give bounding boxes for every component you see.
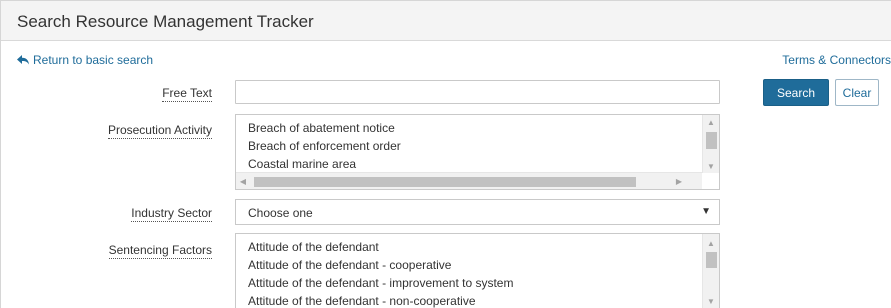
sentencing-factors-label: Sentencing Factors (12, 243, 212, 259)
return-to-basic-search-link[interactable]: Return to basic search (17, 53, 153, 67)
sentencing-factors-listbox[interactable]: Attitude of the defendant Attitude of th… (235, 233, 720, 308)
scroll-up-icon[interactable]: ▲ (703, 115, 719, 129)
free-text-label: Free Text (12, 86, 212, 102)
free-text-input[interactable] (235, 80, 720, 104)
prosecution-activity-label-text: Prosecution Activity (107, 123, 212, 139)
return-link-label[interactable]: Return to basic search (33, 53, 153, 67)
industry-sector-selected-value: Choose one (248, 206, 313, 220)
chevron-down-icon: ▼ (701, 206, 711, 217)
prosecution-activity-listbox[interactable]: Breach of abatement notice Breach of enf… (235, 114, 720, 190)
clear-button[interactable]: Clear (835, 79, 879, 106)
industry-sector-label-text: Industry Sector (131, 206, 212, 222)
list-item[interactable]: Coastal marine area (248, 155, 401, 173)
page-title: Search Resource Management Tracker (17, 12, 314, 31)
sentencing-factors-label-text: Sentencing Factors (108, 243, 212, 259)
search-button[interactable]: Search (763, 79, 829, 106)
industry-sector-label: Industry Sector (12, 206, 212, 222)
terms-connectors-link[interactable]: Terms & Connectors (782, 53, 891, 67)
industry-sector-select[interactable]: Choose one ▼ (235, 199, 720, 225)
list-item[interactable]: Breach of enforcement order (248, 137, 401, 155)
list-item[interactable]: Attitude of the defendant - non-cooperat… (248, 292, 513, 308)
sentencing-factors-vertical-scrollbar[interactable]: ▲ ▼ (702, 234, 719, 308)
return-arrow-icon (17, 55, 29, 65)
prosecution-activity-vertical-scrollbar[interactable]: ▲ ▼ (702, 115, 719, 173)
scroll-down-icon[interactable]: ▼ (703, 159, 719, 173)
search-panel: Search Resource Management Tracker Retur… (0, 0, 891, 308)
scroll-left-icon[interactable]: ◀ (236, 173, 250, 189)
free-text-label-text: Free Text (162, 86, 212, 102)
list-item[interactable]: Breach of abatement notice (248, 119, 401, 137)
scroll-thumb[interactable] (706, 132, 717, 149)
list-item[interactable]: Attitude of the defendant - improvement … (248, 274, 513, 292)
prosecution-activity-label: Prosecution Activity (12, 123, 212, 139)
scroll-thumb[interactable] (706, 252, 717, 268)
scroll-down-icon[interactable]: ▼ (703, 294, 719, 308)
scroll-up-icon[interactable]: ▲ (703, 236, 719, 250)
scroll-thumb[interactable] (254, 177, 636, 187)
list-item[interactable]: Attitude of the defendant (248, 238, 513, 256)
list-item[interactable]: Attitude of the defendant - cooperative (248, 256, 513, 274)
panel-header: Search Resource Management Tracker (1, 1, 891, 41)
prosecution-activity-horizontal-scrollbar[interactable]: ◀ ▶ (236, 172, 702, 189)
scroll-right-icon[interactable]: ▶ (672, 173, 686, 189)
